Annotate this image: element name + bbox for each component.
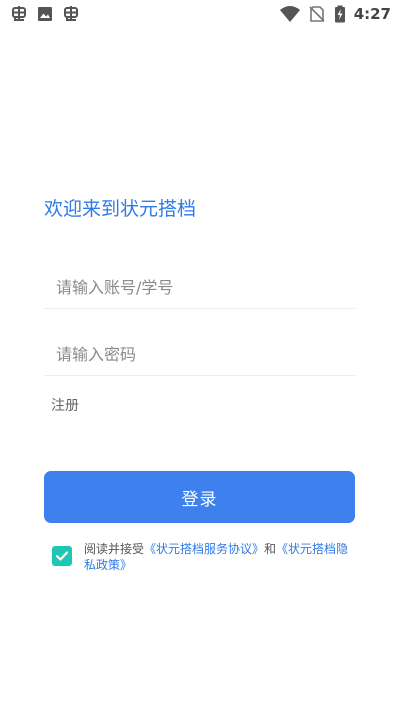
checkmark-icon [55,551,69,561]
clock: 4:27 [353,5,391,23]
battery-charging-icon [334,5,345,23]
account-input[interactable] [44,267,355,309]
agreement-prefix: 阅读并接受 [84,542,145,556]
register-link[interactable]: 注册 [51,395,79,415]
bug-icon [64,6,78,21]
no-sim-icon [309,6,325,22]
login-button[interactable]: 登录 [44,471,355,523]
password-input[interactable] [44,334,355,376]
agreement-checkbox[interactable] [52,546,72,566]
wifi-icon [279,6,300,22]
agreement-row: 阅读并接受《状元搭档服务协议》和《状元搭档隐私政策》 [52,541,358,573]
notification-icons [10,5,80,23]
status-bar: 4:27 [0,0,400,28]
welcome-title: 欢迎来到状元搭档 [44,198,197,220]
image-icon [38,7,52,21]
service-agreement-link[interactable]: 《状元搭档服务协议》 [144,542,264,556]
system-icons: 4:27 [279,5,391,23]
agreement-conjunction: 和 [264,542,277,556]
agreement-text: 阅读并接受《状元搭档服务协议》和《状元搭档隐私政策》 [84,541,358,573]
bug-icon [12,6,26,21]
